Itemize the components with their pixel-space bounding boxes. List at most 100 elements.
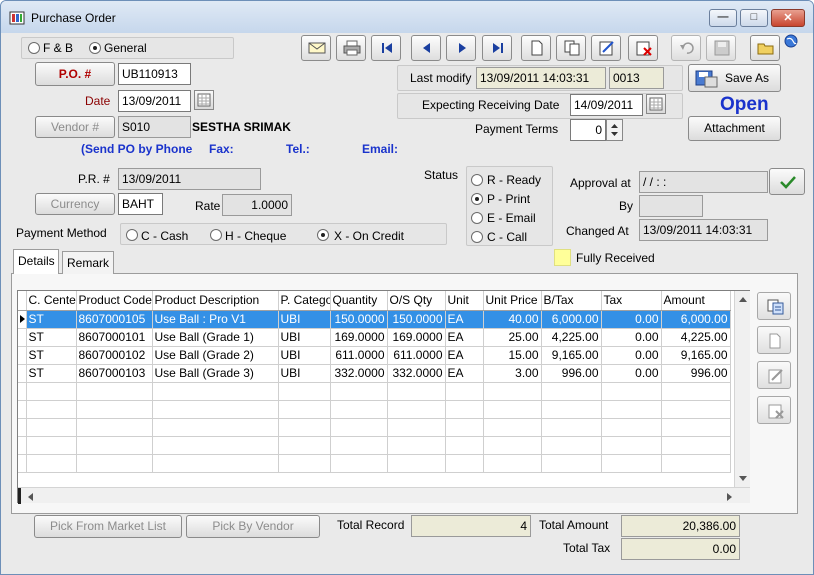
table-cell[interactable] — [387, 436, 446, 455]
rate-field[interactable]: 1.0000 — [222, 194, 292, 216]
print-button[interactable] — [336, 35, 366, 61]
table-cell[interactable]: 6,000.00 — [541, 310, 602, 329]
table-cell[interactable]: UBI — [278, 310, 331, 329]
table-cell[interactable] — [483, 436, 542, 455]
table-cell[interactable]: 4,225.00 — [661, 328, 731, 347]
table-cell[interactable] — [330, 418, 388, 437]
table-cell[interactable] — [278, 382, 331, 401]
table-cell[interactable]: Use Ball (Grade 2) — [152, 346, 279, 365]
table-row[interactable] — [18, 400, 731, 419]
table-cell[interactable] — [278, 418, 331, 437]
scroll-down-icon[interactable] — [738, 475, 748, 483]
delete-row-button[interactable] — [757, 396, 791, 424]
table-cell[interactable]: 150.0000 — [387, 310, 446, 329]
column-header-btax[interactable]: B/Tax — [541, 291, 602, 311]
table-cell[interactable] — [26, 454, 77, 473]
table-cell[interactable]: 40.00 — [483, 310, 542, 329]
table-cell[interactable]: 0.00 — [601, 364, 662, 383]
table-cell[interactable] — [483, 400, 542, 419]
status-call-radio[interactable] — [471, 231, 483, 243]
table-cell[interactable]: 8607000105 — [76, 310, 153, 329]
row-indicator[interactable] — [18, 346, 27, 365]
table-cell[interactable]: EA — [445, 328, 484, 347]
table-cell[interactable] — [76, 454, 153, 473]
table-cell[interactable] — [76, 382, 153, 401]
table-cell[interactable] — [483, 418, 542, 437]
scroll-right-icon[interactable] — [726, 492, 734, 502]
currency-field[interactable]: BAHT — [118, 193, 163, 215]
table-cell[interactable] — [601, 454, 662, 473]
table-cell[interactable]: 996.00 — [661, 364, 731, 383]
table-cell[interactable]: 996.00 — [541, 364, 602, 383]
payment-terms-field[interactable]: 0 — [570, 119, 606, 141]
minimize-button[interactable]: — — [709, 9, 737, 27]
column-header-unit-price[interactable]: Unit Price — [483, 291, 542, 311]
table-cell[interactable] — [661, 400, 731, 419]
new-row-button[interactable] — [757, 326, 791, 354]
table-cell[interactable]: 25.00 — [483, 328, 542, 347]
status-email-radio[interactable] — [471, 212, 483, 224]
table-cell[interactable]: ST — [26, 346, 77, 365]
table-cell[interactable] — [541, 454, 602, 473]
table-cell[interactable] — [76, 418, 153, 437]
table-cell[interactable]: ST — [26, 328, 77, 347]
save-button[interactable] — [706, 35, 736, 61]
table-row[interactable] — [18, 382, 731, 401]
table-cell[interactable] — [387, 382, 446, 401]
po-number-button[interactable]: P.O. # — [35, 62, 115, 86]
copy-button[interactable] — [556, 35, 586, 61]
table-cell[interactable] — [483, 382, 542, 401]
expecting-date-field[interactable]: 14/09/2011 — [570, 94, 643, 116]
table-cell[interactable]: 611.0000 — [387, 346, 446, 365]
table-row[interactable]: ST 8607000105 Use Ball : Pro V1 UBI 150.0000… — [18, 310, 731, 329]
table-cell[interactable]: 4,225.00 — [541, 328, 602, 347]
table-cell[interactable] — [330, 400, 388, 419]
table-cell[interactable] — [278, 436, 331, 455]
payment-credit-radio[interactable] — [317, 229, 329, 241]
table-cell[interactable]: ST — [26, 310, 77, 329]
table-cell[interactable] — [330, 382, 388, 401]
column-header-quantity[interactable]: Quantity — [330, 291, 388, 311]
last-record-button[interactable] — [482, 35, 512, 61]
table-cell[interactable]: UBI — [278, 364, 331, 383]
vendor-code-field[interactable]: S010 — [118, 116, 191, 138]
column-header-unit[interactable]: Unit — [445, 291, 484, 311]
new-button[interactable] — [521, 35, 551, 61]
pick-market-list-button[interactable]: Pick From Market List — [34, 515, 182, 538]
row-indicator[interactable] — [18, 436, 27, 455]
table-cell[interactable] — [661, 382, 731, 401]
table-cell[interactable] — [445, 454, 484, 473]
row-indicator[interactable] — [18, 328, 27, 347]
currency-button[interactable]: Currency — [35, 193, 115, 215]
email-button[interactable] — [301, 35, 331, 61]
approve-button[interactable] — [769, 168, 805, 195]
row-indicator[interactable] — [18, 364, 27, 383]
table-cell[interactable] — [26, 436, 77, 455]
table-cell[interactable] — [152, 382, 279, 401]
attachment-button[interactable]: Attachment — [688, 116, 781, 141]
row-indicator[interactable] — [18, 310, 27, 329]
table-cell[interactable] — [387, 454, 446, 473]
open-folder-button[interactable] — [750, 35, 780, 61]
category-fb-radio[interactable] — [28, 42, 40, 54]
table-cell[interactable]: 611.0000 — [330, 346, 388, 365]
table-cell[interactable] — [387, 418, 446, 437]
row-indicator[interactable] — [18, 400, 27, 419]
table-cell[interactable]: 332.0000 — [330, 364, 388, 383]
table-cell[interactable] — [76, 400, 153, 419]
table-cell[interactable] — [152, 400, 279, 419]
table-cell[interactable]: UBI — [278, 328, 331, 347]
row-indicator[interactable] — [18, 382, 27, 401]
table-row[interactable] — [18, 436, 731, 455]
table-cell[interactable]: 0.00 — [601, 310, 662, 329]
table-cell[interactable]: UBI — [278, 346, 331, 365]
table-cell[interactable] — [601, 400, 662, 419]
status-ready-radio[interactable] — [471, 174, 483, 186]
table-cell[interactable] — [661, 454, 731, 473]
pick-by-vendor-button[interactable]: Pick By Vendor — [186, 515, 320, 538]
table-cell[interactable] — [541, 418, 602, 437]
undo-button[interactable] — [671, 35, 701, 61]
table-cell[interactable] — [26, 418, 77, 437]
table-cell[interactable] — [661, 436, 731, 455]
horizontal-scrollbar[interactable] — [18, 487, 750, 504]
